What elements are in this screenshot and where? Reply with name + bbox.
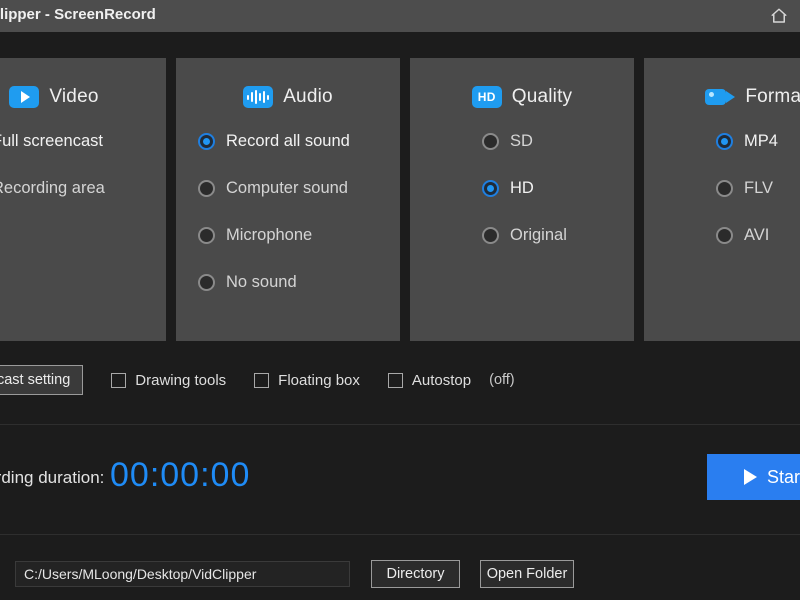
radio-label: HD <box>510 178 534 197</box>
recording-duration-label: Recording duration: <box>0 468 105 487</box>
radio-label: Record all sound <box>226 131 350 150</box>
options-toolbar: Screencast setting Drawing tools Floatin… <box>0 365 515 395</box>
settings-panels: Video Full screencast Recording area Aud… <box>0 58 800 341</box>
title-bar: VidClipper - ScreenRecord <box>0 0 800 32</box>
open-folder-button[interactable]: Open Folder <box>480 560 574 588</box>
radio-indicator <box>198 273 215 291</box>
radio-indicator <box>716 226 733 244</box>
radio-record-all-sound[interactable]: Record all sound <box>198 128 400 154</box>
panel-audio-header: Audio <box>176 86 400 108</box>
radio-indicator <box>198 132 215 150</box>
checkbox-drawing-tools[interactable]: Drawing tools <box>111 372 226 389</box>
hd-badge-icon: HD <box>471 86 502 108</box>
screen-recorder-window: VidClipper - ScreenRecord Video Full scr… <box>0 0 800 600</box>
radio-indicator <box>198 179 215 197</box>
play-video-icon <box>9 86 40 108</box>
window-title: VidClipper - ScreenRecord <box>0 6 156 23</box>
panel-quality-title: Quality <box>511 86 573 107</box>
panel-video-title: Video <box>49 86 99 107</box>
format-option-list: MP4 FLV AVI <box>644 128 800 248</box>
radio-indicator <box>482 226 499 244</box>
radio-quality-original[interactable]: Original <box>482 222 634 248</box>
checkbox-label: Autostop <box>411 371 472 389</box>
output-path-input[interactable] <box>15 561 350 587</box>
panel-quality-header: HD Quality <box>410 86 634 108</box>
autostop-state-text: (off) <box>489 372 515 388</box>
divider-bottom <box>0 534 800 535</box>
radio-recording-area[interactable]: Recording area <box>0 175 166 201</box>
play-icon <box>743 469 757 485</box>
video-option-list: Full screencast Recording area <box>0 128 166 201</box>
panel-format: Format MP4 FLV AVI <box>644 58 800 341</box>
radio-computer-sound[interactable]: Computer sound <box>198 175 400 201</box>
radio-indicator <box>482 132 499 150</box>
radio-label: Full screencast <box>0 131 103 150</box>
radio-indicator <box>198 226 215 244</box>
audio-waveform-icon <box>243 86 274 108</box>
directory-button[interactable]: Directory <box>371 560 460 588</box>
radio-label: FLV <box>744 178 774 197</box>
screencast-setting-button[interactable]: Screencast setting <box>0 365 84 395</box>
radio-label: No sound <box>226 272 297 291</box>
radio-quality-sd[interactable]: SD <box>482 128 634 154</box>
radio-indicator <box>716 132 733 150</box>
quality-option-list: SD HD Original <box>410 128 634 248</box>
radio-format-mp4[interactable]: MP4 <box>716 128 800 154</box>
panel-audio: Audio Record all sound Computer sound Mi… <box>176 58 400 341</box>
radio-label: MP4 <box>744 131 778 150</box>
panel-audio-title: Audio <box>283 86 333 107</box>
home-icon[interactable] <box>770 7 788 25</box>
camcorder-icon <box>705 87 736 107</box>
radio-label: Microphone <box>226 225 313 244</box>
checkbox-box <box>387 372 403 388</box>
checkbox-box <box>254 372 270 388</box>
panel-video: Video Full screencast Recording area <box>0 58 166 341</box>
radio-indicator <box>716 179 733 197</box>
radio-quality-hd[interactable]: HD <box>482 175 634 201</box>
recording-duration-value: 00:00:00 <box>110 456 251 494</box>
panel-format-header: Format <box>644 86 800 108</box>
divider-top <box>0 424 800 425</box>
radio-full-screencast[interactable]: Full screencast <box>0 128 166 154</box>
panel-quality: HD Quality SD HD Original <box>410 58 634 341</box>
panel-format-title: Format <box>745 86 800 107</box>
start-button[interactable]: Start <box>707 454 800 500</box>
checkbox-box <box>111 372 127 388</box>
radio-format-flv[interactable]: FLV <box>716 175 800 201</box>
checkbox-autostop[interactable]: Autostop (off) <box>387 371 515 389</box>
radio-format-avi[interactable]: AVI <box>716 222 800 248</box>
start-button-label: Start <box>766 466 800 487</box>
radio-label: SD <box>510 131 533 150</box>
radio-indicator <box>482 179 499 197</box>
radio-label: Original <box>510 225 567 244</box>
radio-label: Computer sound <box>226 178 348 197</box>
audio-option-list: Record all sound Computer sound Micropho… <box>176 128 400 295</box>
panel-video-header: Video <box>0 86 166 108</box>
checkbox-floating-box[interactable]: Floating box <box>254 372 360 389</box>
checkbox-label: Drawing tools <box>135 371 227 389</box>
radio-no-sound[interactable]: No sound <box>198 269 400 295</box>
radio-label: AVI <box>744 225 770 244</box>
checkbox-label: Floating box <box>278 371 360 389</box>
radio-label: Recording area <box>0 178 105 197</box>
radio-microphone[interactable]: Microphone <box>198 222 400 248</box>
